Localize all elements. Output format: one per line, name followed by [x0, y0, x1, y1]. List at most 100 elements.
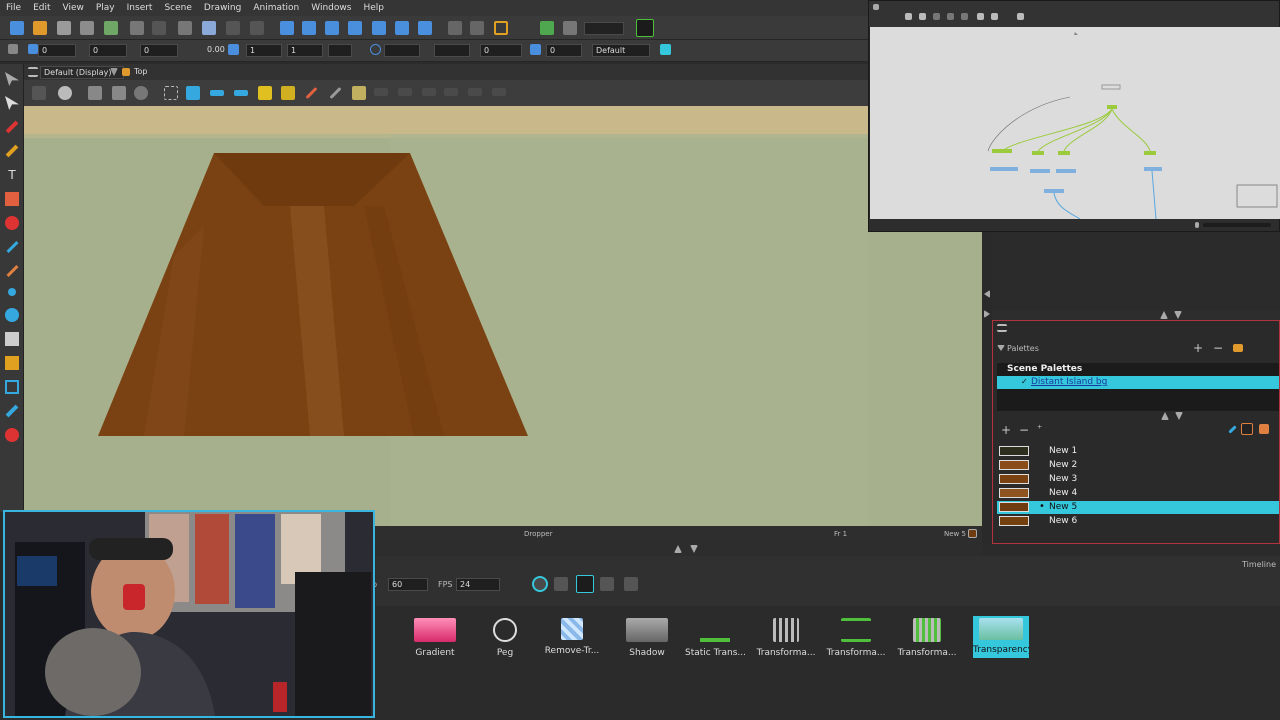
zoom-slider-handle[interactable] [1195, 222, 1199, 228]
palettes-header[interactable]: Palettes [1007, 344, 1039, 353]
hand-tool-icon[interactable] [5, 332, 19, 346]
dropdown-arrow-icon[interactable] [8, 44, 18, 54]
paste-special-icon[interactable] [250, 21, 264, 35]
remove-palette-icon[interactable]: − [1213, 342, 1223, 354]
palette-browser-icon[interactable] [1233, 344, 1243, 352]
brush-tool-icon[interactable] [5, 120, 19, 134]
contour-editor-icon[interactable] [5, 96, 19, 110]
rotation-gear-icon[interactable] [134, 86, 148, 100]
expand-up-icon-3[interactable] [1161, 412, 1169, 420]
maintain-size-icon[interactable] [372, 21, 386, 35]
effect-transformation-3[interactable]: Transforma... [897, 618, 957, 658]
layer-icon-3[interactable] [624, 577, 638, 591]
color-swatch-row[interactable]: New 1 [997, 445, 1279, 458]
splitter-bar[interactable] [376, 542, 982, 556]
dropper-tool-icon[interactable] [6, 264, 19, 278]
expand-right-icon[interactable] [984, 310, 990, 318]
add-drawing-icon[interactable] [540, 21, 554, 35]
angle-field[interactable]: 0.00 [204, 44, 226, 57]
light-table-icon[interactable] [470, 21, 484, 35]
layer-icon-2[interactable] [600, 577, 614, 591]
brush-color-icon[interactable] [1259, 424, 1269, 434]
z-position-field[interactable]: 0 [140, 44, 178, 57]
pivot-tool-icon[interactable] [8, 288, 16, 296]
effect-peg[interactable]: Peg [475, 618, 535, 658]
panel-menu-icon[interactable] [997, 324, 1007, 332]
expand-up-icon[interactable] [674, 545, 682, 553]
node-tool-1-icon[interactable] [905, 13, 912, 20]
collapse-down-icon-2[interactable] [1174, 311, 1182, 319]
select-tool-icon[interactable] [5, 72, 19, 86]
bone-tool-icon[interactable] [5, 356, 19, 370]
view-menu-icon[interactable] [28, 67, 38, 77]
pencil-icon[interactable] [329, 86, 342, 100]
breadcrumb[interactable]: Top [134, 67, 148, 76]
color-options-icon[interactable]: ⁺ [1037, 425, 1047, 435]
layer-icon-1[interactable] [554, 577, 568, 591]
field-guide-icon[interactable] [210, 90, 224, 96]
sound-icon[interactable] [532, 576, 548, 592]
dropper-icon[interactable] [1228, 425, 1237, 434]
node-tool-8-icon[interactable] [1017, 13, 1024, 20]
timeline-tab[interactable]: Timeline [1242, 560, 1276, 569]
safe-area-icon[interactable] [186, 86, 200, 100]
skew-field[interactable]: 0 [480, 44, 522, 57]
rotate-icon[interactable] [302, 21, 316, 35]
cut-icon[interactable] [178, 21, 192, 35]
effect-shadow[interactable]: Shadow [617, 618, 677, 658]
menu-scene[interactable]: Scene [158, 3, 197, 13]
remove-color-icon[interactable]: − [1019, 424, 1029, 436]
menu-animation[interactable]: Animation [247, 3, 305, 13]
color-swatch-row[interactable]: New 3 [997, 473, 1279, 486]
onion-skin-icon[interactable] [448, 21, 462, 35]
paint-tool-icon[interactable] [5, 216, 19, 230]
y-position-field[interactable]: 0 [89, 44, 127, 57]
menu-play[interactable]: Play [90, 3, 121, 13]
effect-gradient[interactable]: Gradient [405, 618, 465, 658]
morph-tool-icon[interactable] [5, 404, 19, 418]
collapse-left-icon[interactable] [984, 290, 990, 298]
menu-edit[interactable]: Edit [27, 3, 56, 13]
import-icon[interactable] [104, 21, 118, 35]
zoom-tool-icon[interactable] [5, 380, 19, 394]
node-tool-7-icon[interactable] [991, 13, 998, 20]
node-tool-5-icon[interactable] [961, 13, 968, 20]
apply-icon[interactable] [660, 44, 671, 55]
add-palette-icon[interactable]: + [1193, 342, 1203, 354]
color-swatch-row[interactable]: New 6 [997, 515, 1279, 528]
scale-lock-icon[interactable] [228, 44, 239, 55]
node-view-canvas[interactable] [870, 27, 1280, 220]
navigator-box[interactable] [1236, 184, 1278, 208]
open-scene-icon[interactable] [33, 21, 47, 35]
settings-gear-icon[interactable] [58, 86, 72, 100]
node-tool-2-icon[interactable] [919, 13, 926, 20]
scale-icon[interactable] [325, 21, 339, 35]
pen-icon[interactable] [305, 86, 318, 100]
line-tool-icon[interactable] [6, 240, 19, 254]
scale-y-field[interactable]: 1 [287, 44, 323, 57]
lock-icon[interactable] [258, 86, 272, 100]
paste-icon[interactable] [226, 21, 240, 35]
menu-help[interactable]: Help [357, 3, 390, 13]
brush-icon[interactable] [352, 86, 366, 100]
text-tool-icon[interactable]: T [5, 168, 19, 182]
node-tool-3-icon[interactable] [933, 13, 940, 20]
stop-motion-icon[interactable] [563, 21, 577, 35]
transform-icon[interactable] [280, 21, 294, 35]
palette-list-item[interactable]: ✓ Distant Island bg [997, 376, 1279, 389]
collapse-down-icon[interactable] [690, 545, 698, 553]
render-preview-icon[interactable] [636, 19, 654, 37]
grid-icon[interactable] [164, 86, 178, 100]
camera-view-canvas[interactable] [24, 106, 982, 526]
transform-icon-2[interactable] [530, 44, 541, 55]
color-swatch-row[interactable]: New 2 [997, 459, 1279, 472]
add-color-icon[interactable]: + [1001, 424, 1011, 436]
save-icon[interactable] [57, 21, 71, 35]
node-menu-icon[interactable] [873, 4, 879, 10]
rotation-field[interactable]: 0 [546, 44, 582, 57]
end-frame-field[interactable]: 60 [388, 578, 428, 591]
menu-drawing[interactable]: Drawing [198, 3, 247, 13]
collapse-down-icon-3[interactable] [1175, 412, 1183, 420]
preset-select[interactable]: Default [592, 44, 650, 57]
color-tool-icon[interactable] [5, 428, 19, 442]
